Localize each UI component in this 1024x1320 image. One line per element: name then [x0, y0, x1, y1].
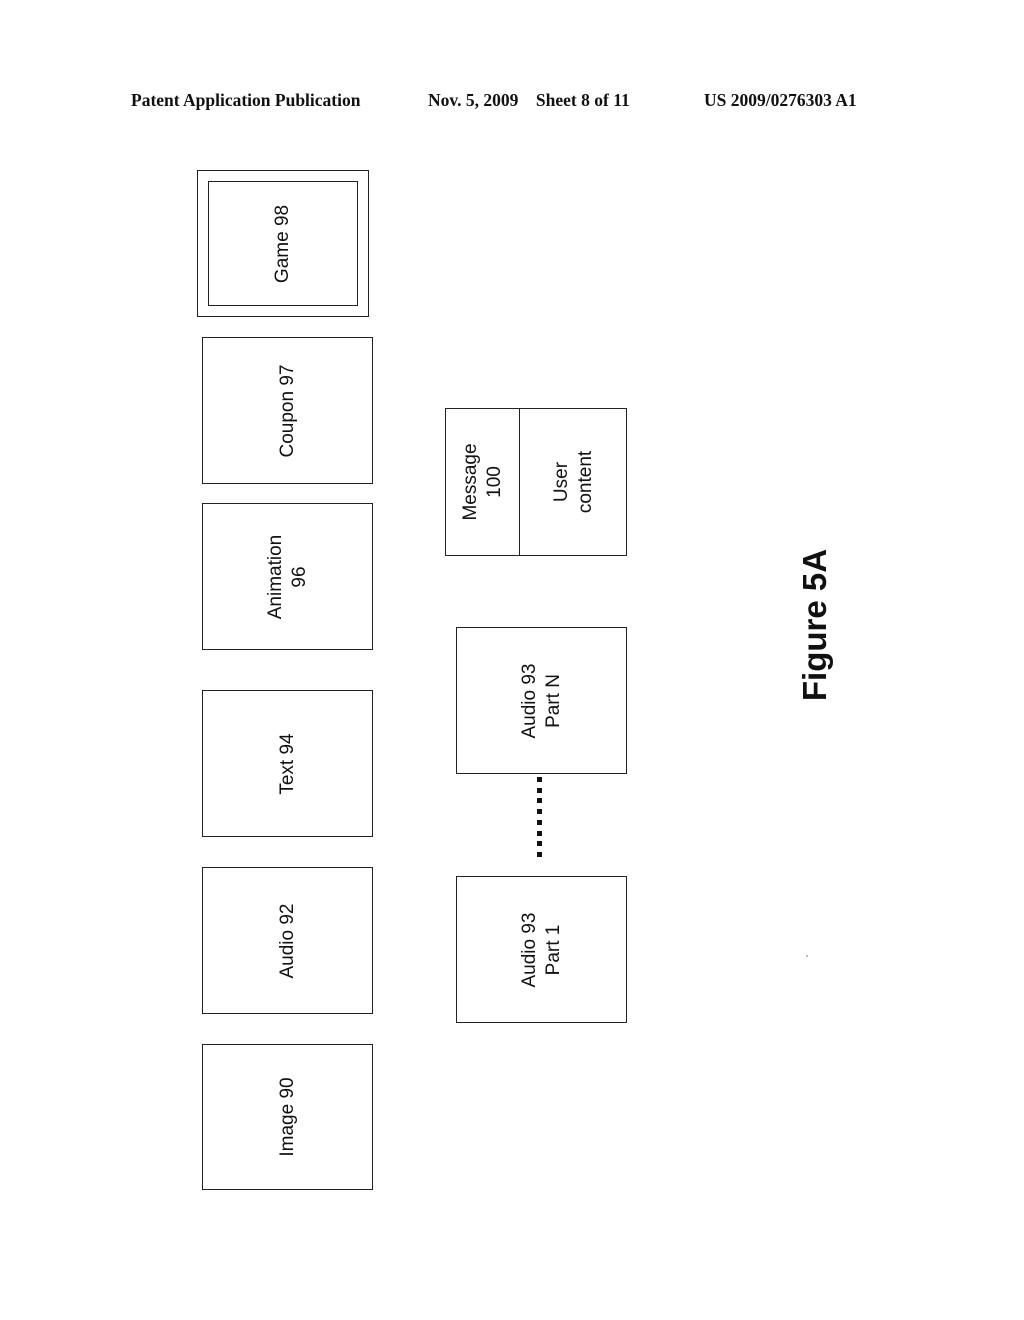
scan-speck — [806, 955, 808, 957]
user-content-label: User content — [551, 450, 596, 514]
game-98-box: Game 98 — [197, 170, 369, 317]
ellipsis-dots — [537, 777, 542, 857]
text-94-box: Text 94 — [202, 690, 373, 837]
text-94-label: Text 94 — [276, 732, 298, 795]
message-100-box: Message 100 User content — [445, 408, 627, 556]
audio-93-part-1-box: Audio 93 Part 1 — [456, 876, 627, 1023]
audio-92-label: Audio 92 — [276, 902, 298, 979]
date-sheet-label: Nov. 5, 2009 Sheet 8 of 11 — [428, 90, 630, 110]
audio-92-box: Audio 92 — [202, 867, 373, 1014]
animation-96-label: Animation 96 — [264, 534, 310, 619]
publication-label: Patent Application Publication — [131, 90, 361, 110]
figure-label: Figure 5A — [796, 548, 833, 702]
audio-93-part-n-label: Audio 93 Part N — [518, 662, 564, 739]
coupon-97-label: Coupon 97 — [276, 364, 298, 457]
audio-93-part-1-label: Audio 93 Part 1 — [518, 911, 564, 988]
animation-96-box: Animation 96 — [202, 503, 373, 650]
image-90-label: Image 90 — [276, 1077, 298, 1157]
audio-93-part-n-box: Audio 93 Part N — [456, 627, 627, 774]
message-100-label: Message 100 — [460, 443, 505, 521]
patent-number: US 2009/0276303 A1 — [704, 90, 857, 110]
image-90-box: Image 90 — [202, 1044, 373, 1190]
message-divider — [519, 409, 520, 555]
game-98-label: Game 98 — [272, 204, 293, 283]
coupon-97-box: Coupon 97 — [202, 337, 373, 484]
